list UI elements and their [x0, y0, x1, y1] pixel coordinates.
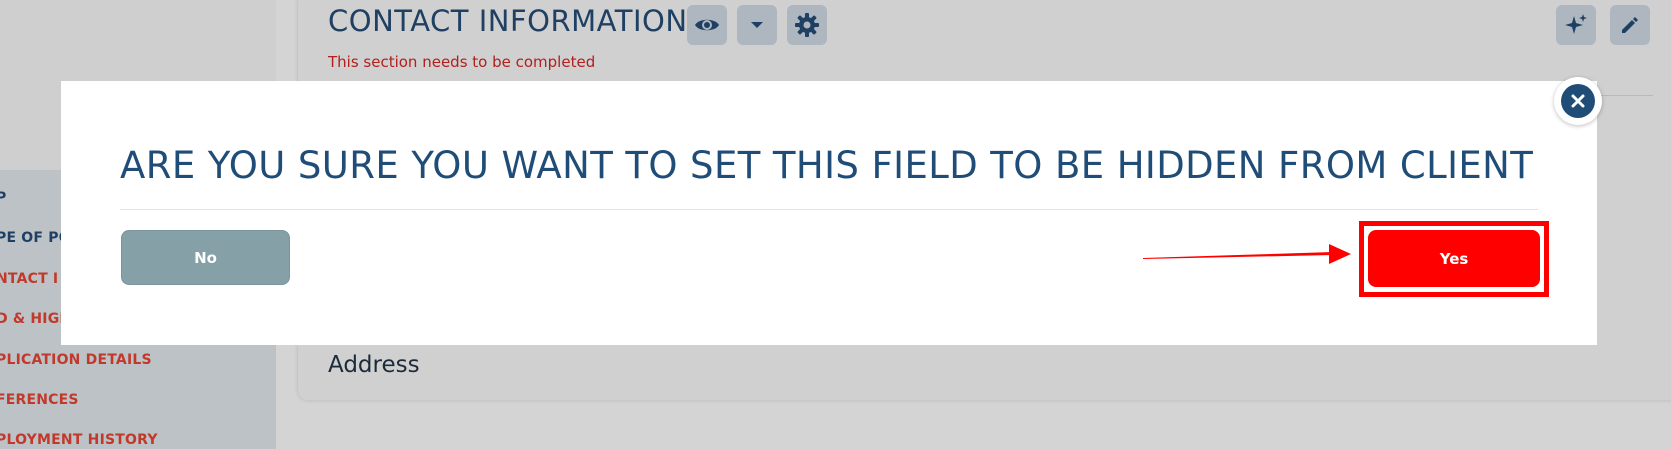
- gear-icon: [795, 13, 819, 37]
- sidebar-item[interactable]: P: [0, 190, 6, 206]
- sidebar-item[interactable]: PLOYMENT HISTORY: [0, 432, 158, 448]
- edit-button[interactable]: [1610, 5, 1650, 45]
- settings-button[interactable]: [787, 5, 827, 45]
- yes-button[interactable]: Yes: [1368, 230, 1540, 287]
- close-icon: [1561, 84, 1595, 118]
- dialog-title: ARE YOU SURE YOU WANT TO SET THIS FIELD …: [120, 144, 1534, 187]
- sidebar-item[interactable]: PLICATION DETAILS: [0, 352, 152, 368]
- annotation-arrow-icon: [1143, 244, 1351, 264]
- sidebar-item[interactable]: NTACT I: [0, 271, 58, 287]
- close-dialog-button[interactable]: [1554, 77, 1602, 125]
- visibility-button[interactable]: [687, 5, 727, 45]
- confirm-dialog: ARE YOU SURE YOU WANT TO SET THIS FIELD …: [61, 81, 1597, 345]
- caret-down-icon: [751, 22, 763, 28]
- dropdown-button[interactable]: [737, 5, 777, 45]
- sparkle-icon: [1565, 14, 1587, 34]
- no-button[interactable]: No: [121, 230, 290, 285]
- eye-icon: [695, 19, 719, 31]
- section-warning: This section needs to be completed: [328, 53, 596, 71]
- section-title: CONTACT INFORMATION: [328, 4, 688, 38]
- pencil-icon: [1622, 17, 1638, 33]
- address-label: Address: [328, 352, 420, 378]
- ai-assist-button[interactable]: [1556, 5, 1596, 45]
- dialog-divider: [120, 209, 1538, 210]
- sidebar-item[interactable]: FERENCES: [0, 392, 79, 408]
